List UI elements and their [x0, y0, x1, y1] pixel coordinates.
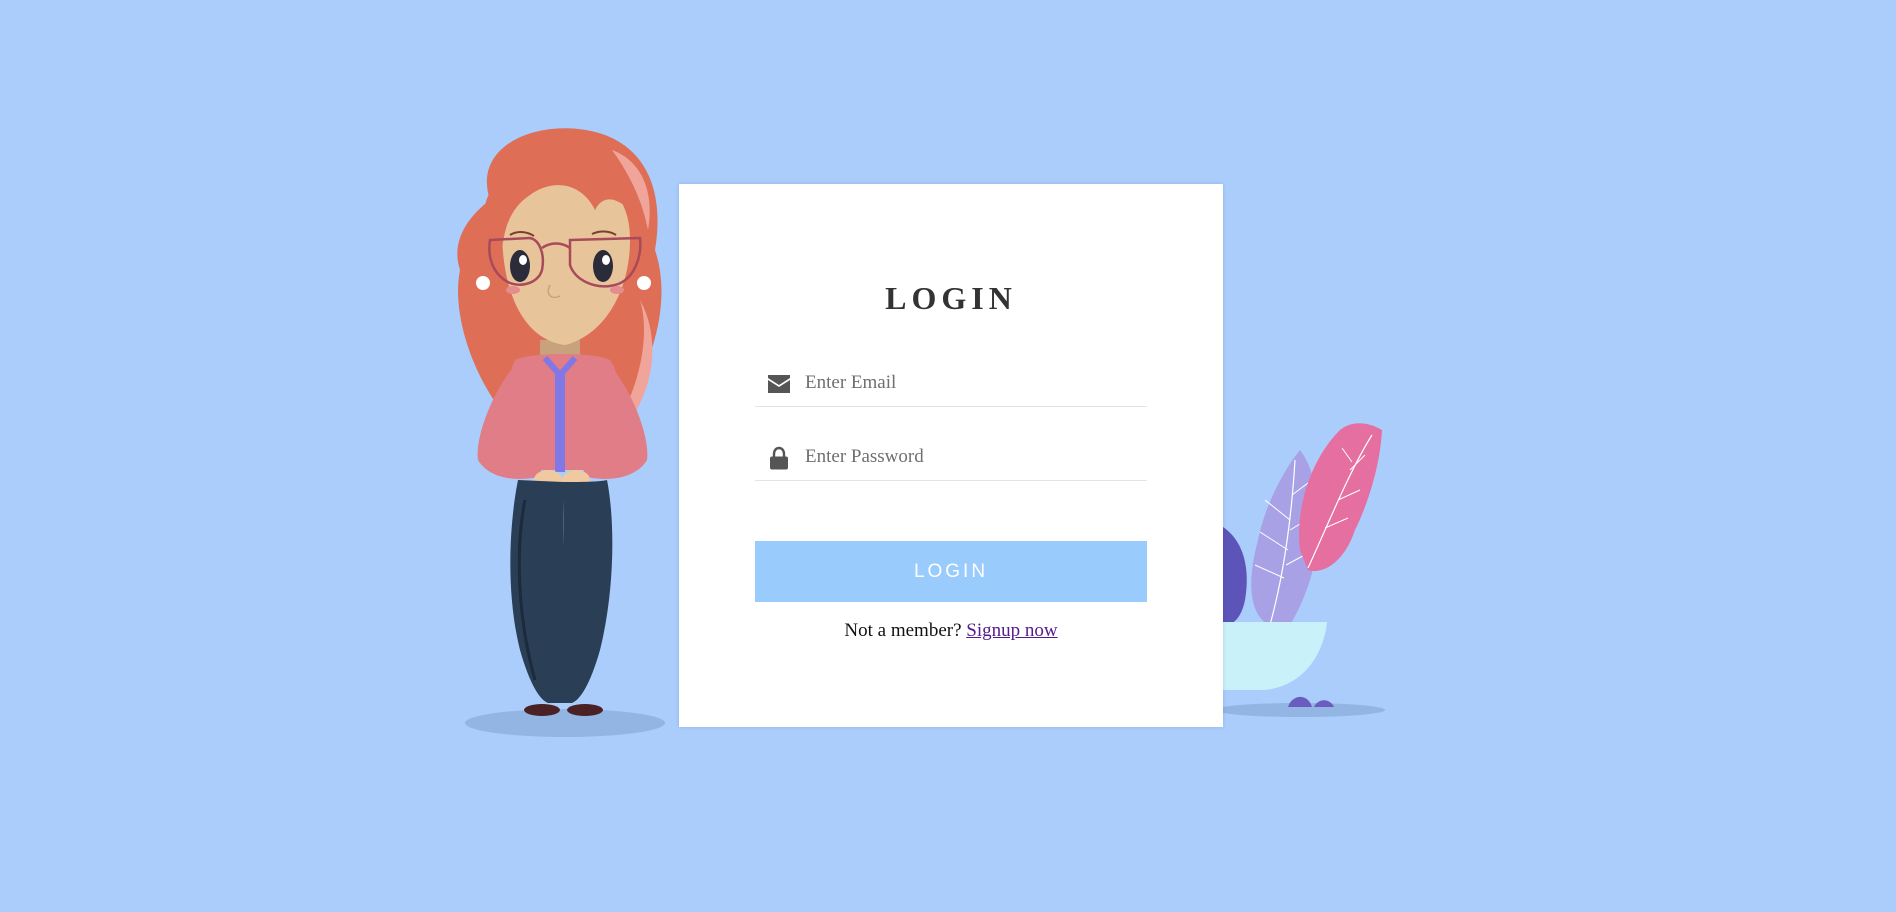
envelope-icon	[768, 375, 790, 393]
login-button[interactable]: LOGIN	[755, 541, 1147, 602]
signup-prompt: Not a member? Signup now	[679, 620, 1223, 642]
plant-illustration	[1215, 423, 1385, 717]
login-scene: LOGIN LOGIN Not a member? Signup now	[0, 0, 1896, 912]
password-input[interactable]	[805, 442, 1135, 472]
signup-link[interactable]: Signup now	[966, 620, 1057, 641]
girl-illustration	[457, 128, 665, 737]
lock-icon	[770, 446, 788, 470]
email-input[interactable]	[805, 368, 1135, 398]
password-field-row	[755, 436, 1147, 481]
signup-prompt-text: Not a member?	[844, 620, 962, 641]
login-title: LOGIN	[885, 280, 1017, 316]
email-field-row	[755, 362, 1147, 407]
login-card: LOGIN LOGIN Not a member? Signup now	[679, 184, 1223, 727]
